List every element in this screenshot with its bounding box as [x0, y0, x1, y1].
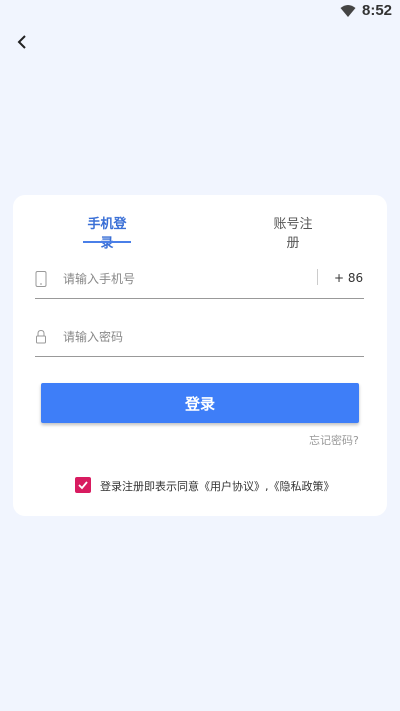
phone-icon: [35, 271, 47, 287]
user-agreement-link[interactable]: 《用户协议》: [199, 480, 265, 493]
agreement-checkbox[interactable]: [75, 477, 91, 493]
back-button[interactable]: [10, 30, 34, 54]
wifi-icon: [340, 5, 356, 17]
forgot-password-link[interactable]: 忘记密码?: [309, 432, 359, 448]
country-divider: [317, 269, 318, 285]
agreement-text: 登录注册即表示同意《用户协议》,《隐私政策》: [100, 478, 335, 494]
phone-field-row: + 86: [35, 259, 364, 299]
login-button[interactable]: 登录: [41, 383, 359, 423]
phone-input[interactable]: [63, 267, 303, 291]
tab-phone-login[interactable]: 手机登录: [83, 213, 131, 251]
login-card: 手机登录 账号注册 + 86 登录 忘记密码? 登录注册即表示同意《用户协议》,…: [13, 195, 387, 516]
country-code-selector[interactable]: + 86: [334, 271, 363, 285]
password-field-row: [35, 317, 364, 357]
password-input[interactable]: [63, 325, 303, 349]
agreement-prefix: 登录注册即表示同意: [100, 480, 199, 493]
tab-account-register[interactable]: 账号注册: [269, 213, 317, 251]
check-icon: [78, 481, 88, 490]
privacy-policy-link[interactable]: 《隐私政策》: [269, 480, 335, 493]
status-time: 8:52: [362, 2, 393, 19]
status-bar: 8:52: [0, 0, 400, 24]
chevron-left-icon: [17, 35, 26, 49]
lock-icon: [36, 329, 46, 344]
